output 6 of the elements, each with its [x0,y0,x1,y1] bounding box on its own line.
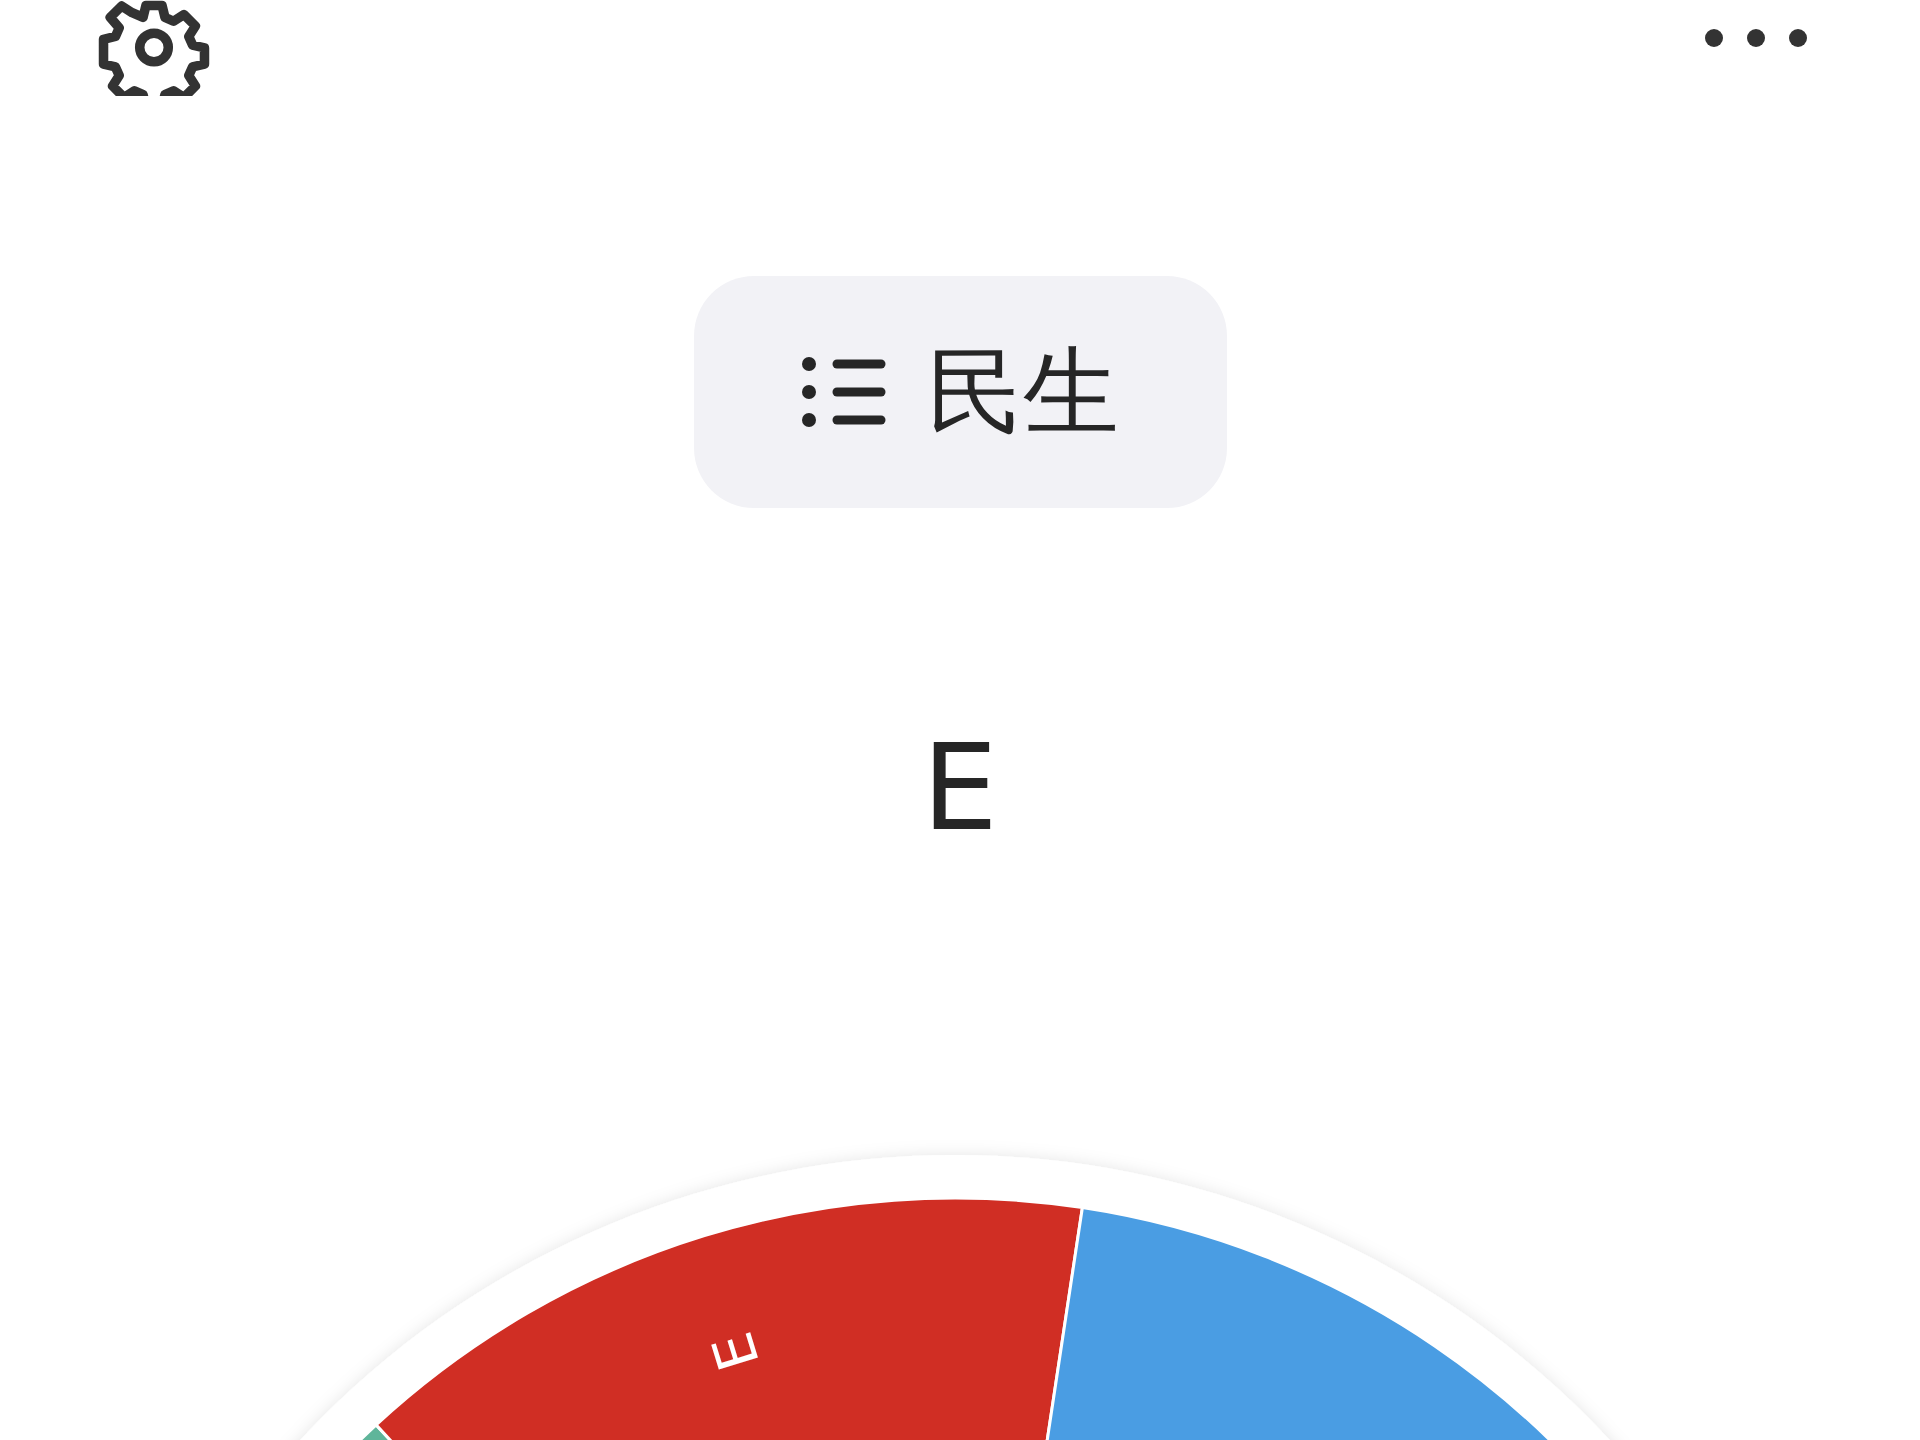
spin-wheel-drawing[interactable]: E [0,1120,1920,1440]
settings-icon[interactable] [96,0,212,96]
category-button[interactable]: 民生 [693,276,1227,508]
more-icon[interactable] [1702,26,1810,50]
list-icon [801,356,887,428]
result-text: E [922,728,998,848]
